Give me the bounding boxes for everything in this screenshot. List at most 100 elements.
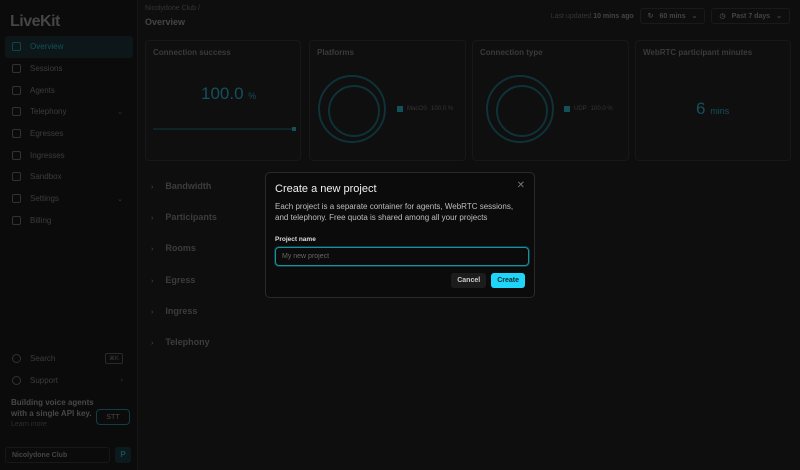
sidebar-item-label: Ingresses xyxy=(30,150,65,160)
sidebar-item-egresses[interactable]: Egresses xyxy=(5,123,133,145)
sidebar-item-settings[interactable]: Settings ⌄ xyxy=(5,188,133,210)
chevron-down-icon: ⌄ xyxy=(691,13,698,20)
sidebar-item-agents[interactable]: Agents xyxy=(5,79,133,101)
sidebar-item-label: Settings xyxy=(30,194,59,204)
legend-value: 100.0 % xyxy=(431,106,454,112)
sidebar-item-telephony[interactable]: Telephony ⌄ xyxy=(5,101,133,123)
sidebar-nav: Overview Sessions Agents Telephony ⌄ Egre… xyxy=(5,36,133,231)
card-title: WebRTC participant minutes xyxy=(643,48,753,57)
sandbox-icon xyxy=(12,172,21,182)
section-label: Egress xyxy=(165,275,196,285)
chevron-down-icon: ⌄ xyxy=(117,195,123,203)
date-range-select[interactable]: ◷ Past 7 days ⌄ xyxy=(711,8,790,24)
card-title: Platforms xyxy=(317,48,354,57)
connection-type-legend: UDP 100.0 % xyxy=(564,106,613,112)
support-label: Support xyxy=(30,376,59,386)
page-title: Overview xyxy=(145,17,186,27)
legend-swatch xyxy=(397,106,403,112)
chevron-right-icon: › xyxy=(151,278,154,285)
sidebar-item-label: Egresses xyxy=(30,129,64,139)
chart-icon xyxy=(12,42,21,52)
sidebar-item-ingresses[interactable]: Ingresses xyxy=(5,144,133,166)
section-rooms[interactable]: › Rooms xyxy=(151,243,196,253)
card-connection-success: Connection success 100.0 % xyxy=(145,40,301,161)
section-telephony[interactable]: › Telephony xyxy=(151,337,210,347)
sidebar-item-sessions[interactable]: Sessions xyxy=(5,58,133,80)
sidebar-item-sandbox[interactable]: Sandbox xyxy=(5,166,133,188)
sidebar-support[interactable]: Support › xyxy=(5,370,133,392)
chevron-down-icon: ⌄ xyxy=(776,13,782,20)
sidebar-item-label: Billing xyxy=(30,215,52,225)
legend-value: 100.0 % xyxy=(590,106,613,112)
project-name-input[interactable] xyxy=(275,247,529,266)
date-range-value: Past 7 days xyxy=(731,12,771,20)
livekit-logo: LiveKit xyxy=(10,13,60,30)
section-label: Ingress xyxy=(165,306,198,316)
phone-icon xyxy=(12,107,21,117)
sidebar-item-billing[interactable]: Billing xyxy=(5,210,133,232)
chevron-right-icon: › xyxy=(120,377,123,385)
success-unit: % xyxy=(248,91,257,101)
sidebar-item-label: Sessions xyxy=(30,64,63,74)
chevron-down-icon: ⌄ xyxy=(117,108,123,116)
card-platforms: Platforms MacOS 100.0 % xyxy=(309,40,466,161)
legend-label: UDP xyxy=(574,106,587,112)
avatar[interactable]: P xyxy=(115,447,131,463)
success-bar-point xyxy=(292,127,296,131)
connection-type-donut xyxy=(486,75,554,143)
sidebar-item-label: Agents xyxy=(30,85,55,95)
success-number: 100.0 xyxy=(201,84,244,103)
cancel-button[interactable]: Cancel xyxy=(451,273,487,288)
legend-swatch xyxy=(564,106,570,112)
promo-text: Building voice agents with a single API … xyxy=(11,398,94,418)
section-label: Participants xyxy=(165,212,217,222)
section-label: Telephony xyxy=(165,337,210,347)
sidebar-search[interactable]: Search ⌘K xyxy=(5,348,133,370)
platforms-legend: MacOS 100.0 % xyxy=(397,106,453,112)
egress-icon xyxy=(12,129,21,139)
chevron-right-icon: › xyxy=(151,246,154,253)
search-icon xyxy=(12,354,21,364)
refresh-interval-value: 60 mins xyxy=(659,12,686,20)
success-value: 100.0 % xyxy=(201,84,256,104)
sidebar-item-label: Telephony xyxy=(30,107,67,117)
section-bandwidth[interactable]: › Bandwidth xyxy=(151,181,211,191)
refresh-interval-select[interactable]: ↻ 60 mins ⌄ xyxy=(639,8,706,24)
search-shortcut: ⌘K xyxy=(104,353,123,365)
search-label: Search xyxy=(30,354,56,364)
create-project-dialog: Create a new project ✕ Each project is a… xyxy=(265,172,535,298)
billing-icon xyxy=(12,215,21,225)
section-egress[interactable]: › Egress xyxy=(151,275,195,285)
minutes-unit: mins xyxy=(710,106,730,116)
minutes-number: 6 xyxy=(696,99,706,118)
sidebar: LiveKit Overview Sessions Agents Telepho… xyxy=(0,0,138,470)
section-participants[interactable]: › Participants xyxy=(151,212,217,222)
sidebar-item-overview[interactable]: Overview xyxy=(5,36,133,58)
card-participant-minutes: WebRTC participant minutes 6 mins xyxy=(635,40,791,161)
gear-icon xyxy=(12,194,21,204)
chevron-right-icon: › xyxy=(151,184,154,191)
project-name-label: Project name xyxy=(275,236,316,243)
ingress-icon xyxy=(12,150,21,160)
section-label: Bandwidth xyxy=(165,181,212,191)
card-title: Connection type xyxy=(480,48,543,57)
legend-label: MacOS xyxy=(407,106,428,112)
platforms-donut xyxy=(318,75,386,143)
agents-icon xyxy=(12,85,21,95)
create-button[interactable]: Create xyxy=(491,273,525,288)
close-icon[interactable]: ✕ xyxy=(517,180,525,191)
clock-icon: ◷ xyxy=(719,13,726,20)
section-label: Rooms xyxy=(165,243,196,253)
dialog-title: Create a new project xyxy=(275,183,377,195)
sidebar-item-label: Sandbox xyxy=(30,172,62,182)
chevron-right-icon: › xyxy=(151,340,154,347)
card-connection-type: Connection type UDP 100.0 % xyxy=(472,40,629,161)
support-icon xyxy=(12,376,21,386)
project-selector[interactable]: Nicolydone Club xyxy=(5,447,110,463)
success-bar xyxy=(153,128,295,130)
breadcrumb-project[interactable]: Nicolydone Club xyxy=(145,5,196,12)
chevron-right-icon: › xyxy=(151,215,154,222)
refresh-icon: ↻ xyxy=(647,13,654,20)
header-controls: Last updated 10 mins ago ↻ 60 mins ⌄ ◷ Past… xyxy=(551,8,790,24)
section-ingress[interactable]: › Ingress xyxy=(151,306,197,316)
